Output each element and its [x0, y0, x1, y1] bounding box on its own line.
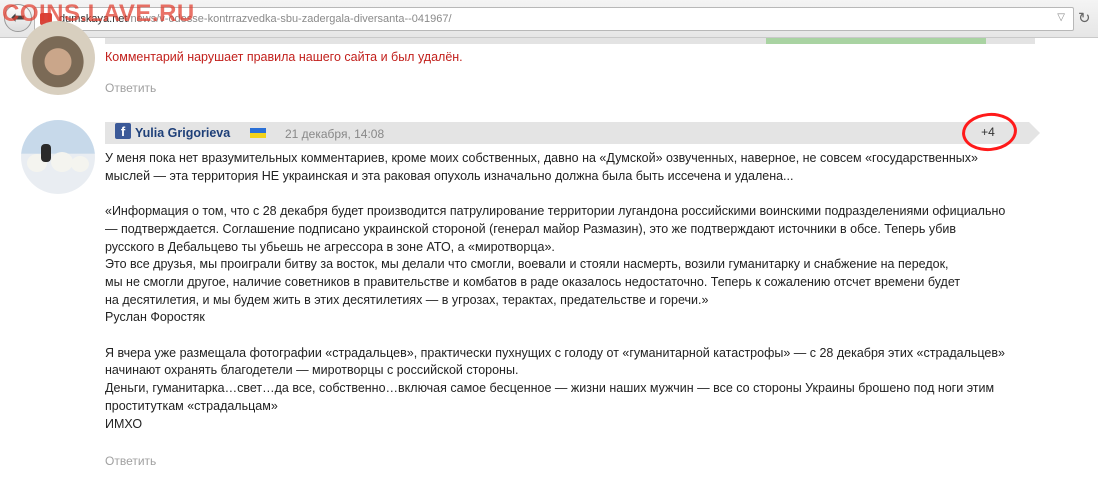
deleted-comment-accent	[766, 38, 986, 44]
avatar[interactable]	[21, 21, 95, 95]
comment-paragraph: «Информация о том, что с 28 декабря буде…	[105, 204, 1006, 325]
watermark: COINS.LAVE.RU	[2, 0, 195, 27]
comment-header-arrow	[1029, 122, 1040, 144]
comment-paragraph: У меня пока нет вразумительных комментар…	[105, 151, 978, 183]
deleted-comment-message: Комментарий нарушает правила нашего сайт…	[105, 50, 463, 64]
comment-author[interactable]: Yulia Grigorieva	[135, 126, 230, 140]
reply-link[interactable]: Ответить	[105, 81, 156, 95]
facebook-icon: f	[115, 123, 131, 139]
reply-link[interactable]: Ответить	[105, 454, 156, 468]
reload-icon[interactable]: ↻	[1078, 9, 1091, 27]
comment-header	[105, 122, 1029, 144]
ukraine-flag-icon	[250, 128, 266, 138]
comment-paragraph: Я вчера уже размещала фотографии «страда…	[105, 345, 1005, 431]
avatar[interactable]	[21, 120, 95, 194]
dropdown-arrow-icon[interactable]: ▽	[1057, 12, 1065, 23]
highlight-circle	[960, 110, 1019, 154]
comment-date: 21 декабря, 14:08	[285, 127, 385, 141]
comment-body: У меня пока нет вразумительных комментар…	[105, 150, 1035, 433]
